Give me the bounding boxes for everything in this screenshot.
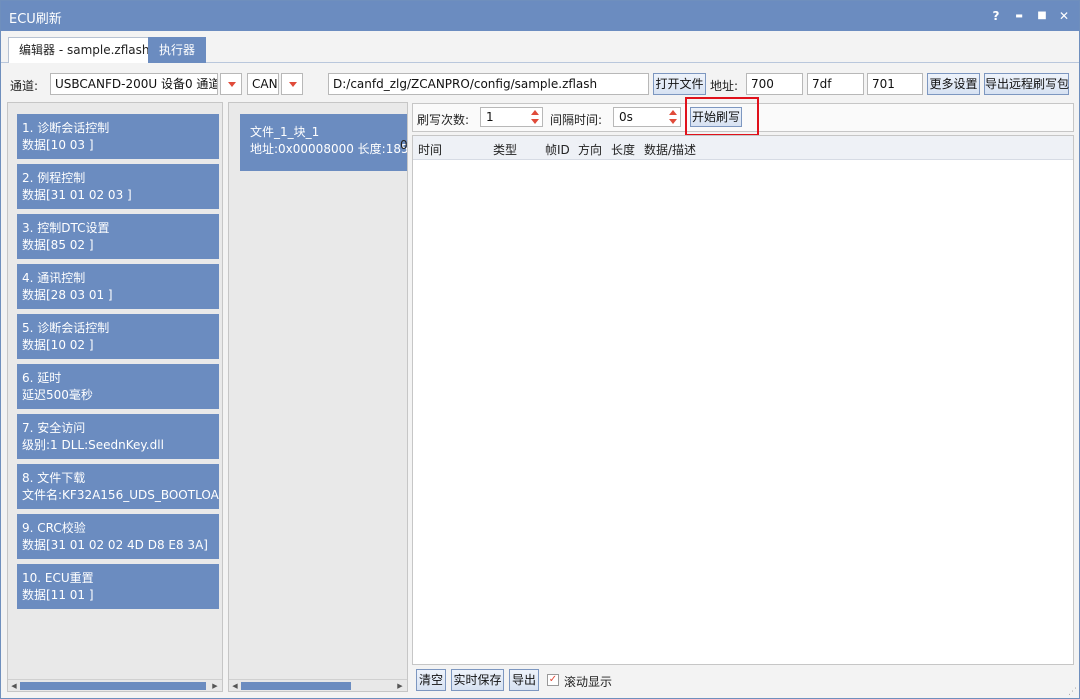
scroll-display-checkbox[interactable]: ✓ (547, 674, 559, 686)
file-path-input[interactable]: D:/canfd_zlg/ZCANPRO/config/sample.zflas… (328, 73, 649, 95)
step-item[interactable]: 6. 延时 延迟500毫秒 (17, 364, 219, 409)
scroll-left-icon[interactable]: ◀ (231, 682, 239, 690)
step-detail: 数据[31 01 02 03 ] (22, 188, 132, 202)
flash-count-label: 刷写次数: (417, 113, 470, 127)
step-detail: 数据[28 03 01 ] (22, 288, 113, 302)
column-data-description[interactable]: 数据/描述 (644, 141, 696, 158)
step-detail: 数据[11 01 ] (22, 588, 94, 602)
scrollbar-thumb[interactable] (241, 682, 351, 690)
step-title: 6. 延时 (22, 371, 62, 385)
scroll-left-icon[interactable]: ◀ (10, 682, 18, 690)
protocol-select[interactable]: CAN (247, 73, 279, 95)
resize-grip-icon[interactable]: ⋰ (1068, 687, 1078, 697)
protocol-dropdown-icon[interactable] (281, 73, 303, 95)
spin-up-icon[interactable] (669, 110, 677, 115)
device-select[interactable]: USBCANFD-200U 设备0 通道0 (50, 73, 218, 95)
step-title: 5. 诊断会话控制 (22, 321, 110, 335)
title-bar: ECU刷新 ? ▬ ■ ✕ (1, 1, 1079, 31)
address-input-3[interactable]: 701 (867, 73, 923, 95)
file-block-title: 文件_1_块_1 (250, 125, 320, 139)
execution-panel: 刷写次数: 1 间隔时间: 0s 开始刷写 时间 类型 帧ID 方向 长度 数据… (412, 97, 1074, 694)
step-title: 3. 控制DTC设置 (22, 221, 110, 235)
close-icon[interactable]: ✕ (1054, 6, 1074, 26)
scroll-right-icon[interactable]: ▶ (211, 682, 219, 690)
file-block-panel: 文件_1_块_1 地址:0x00008000 长度:18544 0 ◀ ▶ (228, 102, 408, 692)
export-remote-package-button[interactable]: 导出远程刷写包 (984, 73, 1069, 95)
step-title: 2. 例程控制 (22, 171, 86, 185)
step-item[interactable]: 10. ECU重置 数据[11 01 ] (17, 564, 219, 609)
step-detail: 级别:1 DLL:SeednKey.dll (22, 438, 164, 452)
step-title: 4. 通讯控制 (22, 271, 86, 285)
bottom-bar: 清空 实时保存 导出 ✓ 滚动显示 (412, 667, 1074, 693)
file-block-scrollbar[interactable]: ◀ ▶ (229, 679, 407, 691)
step-detail: 数据[10 02 ] (22, 338, 94, 352)
flash-count-spinner[interactable]: 1 (480, 107, 543, 127)
ecu-flash-window: ECU刷新 ? ▬ ■ ✕ 编辑器 - sample.zflash 执行器 通道… (0, 0, 1080, 699)
step-list-scrollbar[interactable]: ◀ ▶ (8, 679, 222, 691)
step-detail: 延迟500毫秒 (22, 388, 93, 402)
step-title: 8. 文件下载 (22, 471, 86, 485)
export-button[interactable]: 导出 (509, 669, 539, 691)
step-item[interactable]: 2. 例程控制 数据[31 01 02 03 ] (17, 164, 219, 209)
open-file-button[interactable]: 打开文件 (653, 73, 706, 95)
step-item[interactable]: 9. CRC校验 数据[31 01 02 02 4D D8 E8 3A] (17, 514, 219, 559)
spin-down-icon[interactable] (669, 119, 677, 124)
clear-button[interactable]: 清空 (416, 669, 446, 691)
step-item[interactable]: 7. 安全访问 级别:1 DLL:SeednKey.dll (17, 414, 219, 459)
address-label: 地址: (710, 79, 739, 93)
column-time[interactable]: 时间 (418, 141, 442, 158)
scrollbar-thumb[interactable] (20, 682, 206, 690)
minimize-icon[interactable]: ▬ (1009, 6, 1029, 26)
help-icon[interactable]: ? (986, 6, 1006, 26)
flash-count-value: 1 (486, 110, 494, 124)
tab-bar: 编辑器 - sample.zflash 执行器 (1, 31, 1079, 63)
step-item[interactable]: 8. 文件下载 文件名:KF32A156_UDS_BOOTLOADER (17, 464, 219, 509)
step-item[interactable]: 3. 控制DTC设置 数据[85 02 ] (17, 214, 219, 259)
address-input-1[interactable]: 700 (746, 73, 803, 95)
step-item[interactable]: 1. 诊断会话控制 数据[10 03 ] (17, 114, 219, 159)
step-item[interactable]: 4. 通讯控制 数据[28 03 01 ] (17, 264, 219, 309)
step-item[interactable]: 5. 诊断会话控制 数据[10 02 ] (17, 314, 219, 359)
more-settings-button[interactable]: 更多设置 (927, 73, 980, 95)
column-direction[interactable]: 方向 (578, 141, 602, 158)
step-detail: 文件名:KF32A156_UDS_BOOTLOADER (22, 488, 219, 502)
log-table: 时间 类型 帧ID 方向 长度 数据/描述 (412, 135, 1074, 665)
interval-value: 0s (619, 110, 633, 124)
step-title: 10. ECU重置 (22, 571, 94, 585)
device-dropdown-icon[interactable] (220, 73, 242, 95)
column-frame-id[interactable]: 帧ID (545, 141, 570, 158)
column-type[interactable]: 类型 (493, 141, 517, 158)
tab-editor[interactable]: 编辑器 - sample.zflash (8, 37, 161, 63)
interval-label: 间隔时间: (550, 113, 603, 127)
step-detail: 数据[31 01 02 02 4D D8 E8 3A] (22, 538, 208, 552)
scroll-display-label: 滚动显示 (564, 675, 613, 689)
step-detail: 数据[10 03 ] (22, 138, 94, 152)
file-block-overflow-text: 0 (400, 138, 408, 152)
file-block-item[interactable]: 文件_1_块_1 地址:0x00008000 长度:18544 (240, 114, 407, 171)
log-table-header: 时间 类型 帧ID 方向 长度 数据/描述 (413, 136, 1073, 160)
step-title: 7. 安全访问 (22, 421, 86, 435)
scroll-right-icon[interactable]: ▶ (396, 682, 404, 690)
address-input-2[interactable]: 7df (807, 73, 864, 95)
step-list-panel: 1. 诊断会话控制 数据[10 03 ] 2. 例程控制 数据[31 01 02… (7, 102, 223, 692)
highlight-box (685, 97, 759, 136)
realtime-save-button[interactable]: 实时保存 (451, 669, 504, 691)
toolbar: 通道: USBCANFD-200U 设备0 通道0 CAN D:/canfd_z… (1, 64, 1079, 102)
step-detail: 数据[85 02 ] (22, 238, 94, 252)
maximize-icon[interactable]: ■ (1032, 6, 1052, 26)
spin-up-icon[interactable] (531, 110, 539, 115)
channel-label: 通道: (10, 79, 39, 93)
step-title: 1. 诊断会话控制 (22, 121, 110, 135)
window-title: ECU刷新 (9, 12, 62, 27)
spin-down-icon[interactable] (531, 119, 539, 124)
interval-spinner[interactable]: 0s (613, 107, 681, 127)
step-title: 9. CRC校验 (22, 521, 86, 535)
tab-executor[interactable]: 执行器 (148, 37, 207, 63)
file-block-detail: 地址:0x00008000 长度:18544 (250, 142, 407, 156)
column-length[interactable]: 长度 (611, 141, 635, 158)
